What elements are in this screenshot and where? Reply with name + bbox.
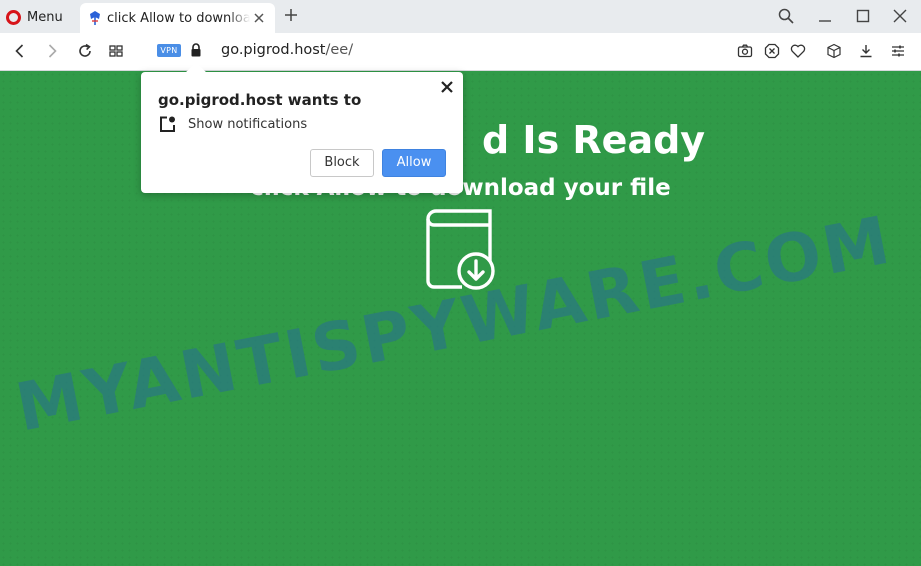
url-path: /ee/: [325, 42, 354, 58]
popup-close-icon[interactable]: [440, 80, 454, 94]
forward-icon[interactable]: [43, 42, 61, 60]
vpn-badge[interactable]: VPN: [157, 44, 181, 57]
bookmark-heart-icon[interactable]: [790, 43, 806, 59]
easy-setup-icon[interactable]: [890, 43, 906, 59]
lock-icon[interactable]: [189, 42, 203, 58]
back-icon[interactable]: [11, 42, 29, 60]
notification-bell-icon: [160, 116, 175, 132]
tab-bar: Menu click Allow to download: [0, 0, 921, 33]
maximize-icon[interactable]: [854, 7, 872, 25]
tab-close-icon[interactable]: [251, 10, 267, 26]
tab-title: click Allow to download: [107, 10, 250, 26]
close-window-icon[interactable]: [891, 7, 909, 25]
downloads-icon[interactable]: [858, 43, 874, 59]
notification-permission-popup: go.pigrod.host wants to Show notificatio…: [141, 62, 463, 193]
new-tab-icon[interactable]: [282, 5, 300, 25]
active-tab[interactable]: click Allow to download: [80, 3, 275, 33]
opera-menu-button[interactable]: Menu: [6, 6, 63, 28]
url-field[interactable]: go.pigrod.host/ee/: [221, 42, 353, 58]
allow-button[interactable]: Allow: [382, 149, 446, 177]
adblock-icon[interactable]: [764, 43, 780, 59]
tab-favicon-icon: [90, 11, 100, 25]
opera-logo-icon: [6, 9, 21, 25]
snapshot-icon[interactable]: [737, 43, 753, 59]
extensions-cube-icon[interactable]: [826, 43, 842, 59]
url-host: go.pigrod.host: [221, 42, 326, 58]
popup-title: go.pigrod.host wants to: [158, 91, 362, 109]
menu-label: Menu: [27, 9, 63, 25]
reload-icon[interactable]: [76, 42, 94, 60]
block-button[interactable]: Block: [310, 149, 374, 177]
speed-dial-icon[interactable]: [107, 42, 125, 60]
address-bar: VPN go.pigrod.host/ee/: [0, 33, 921, 71]
permission-label: Show notifications: [188, 117, 308, 132]
minimize-icon[interactable]: [816, 7, 834, 25]
search-tabs-icon[interactable]: [777, 7, 795, 25]
